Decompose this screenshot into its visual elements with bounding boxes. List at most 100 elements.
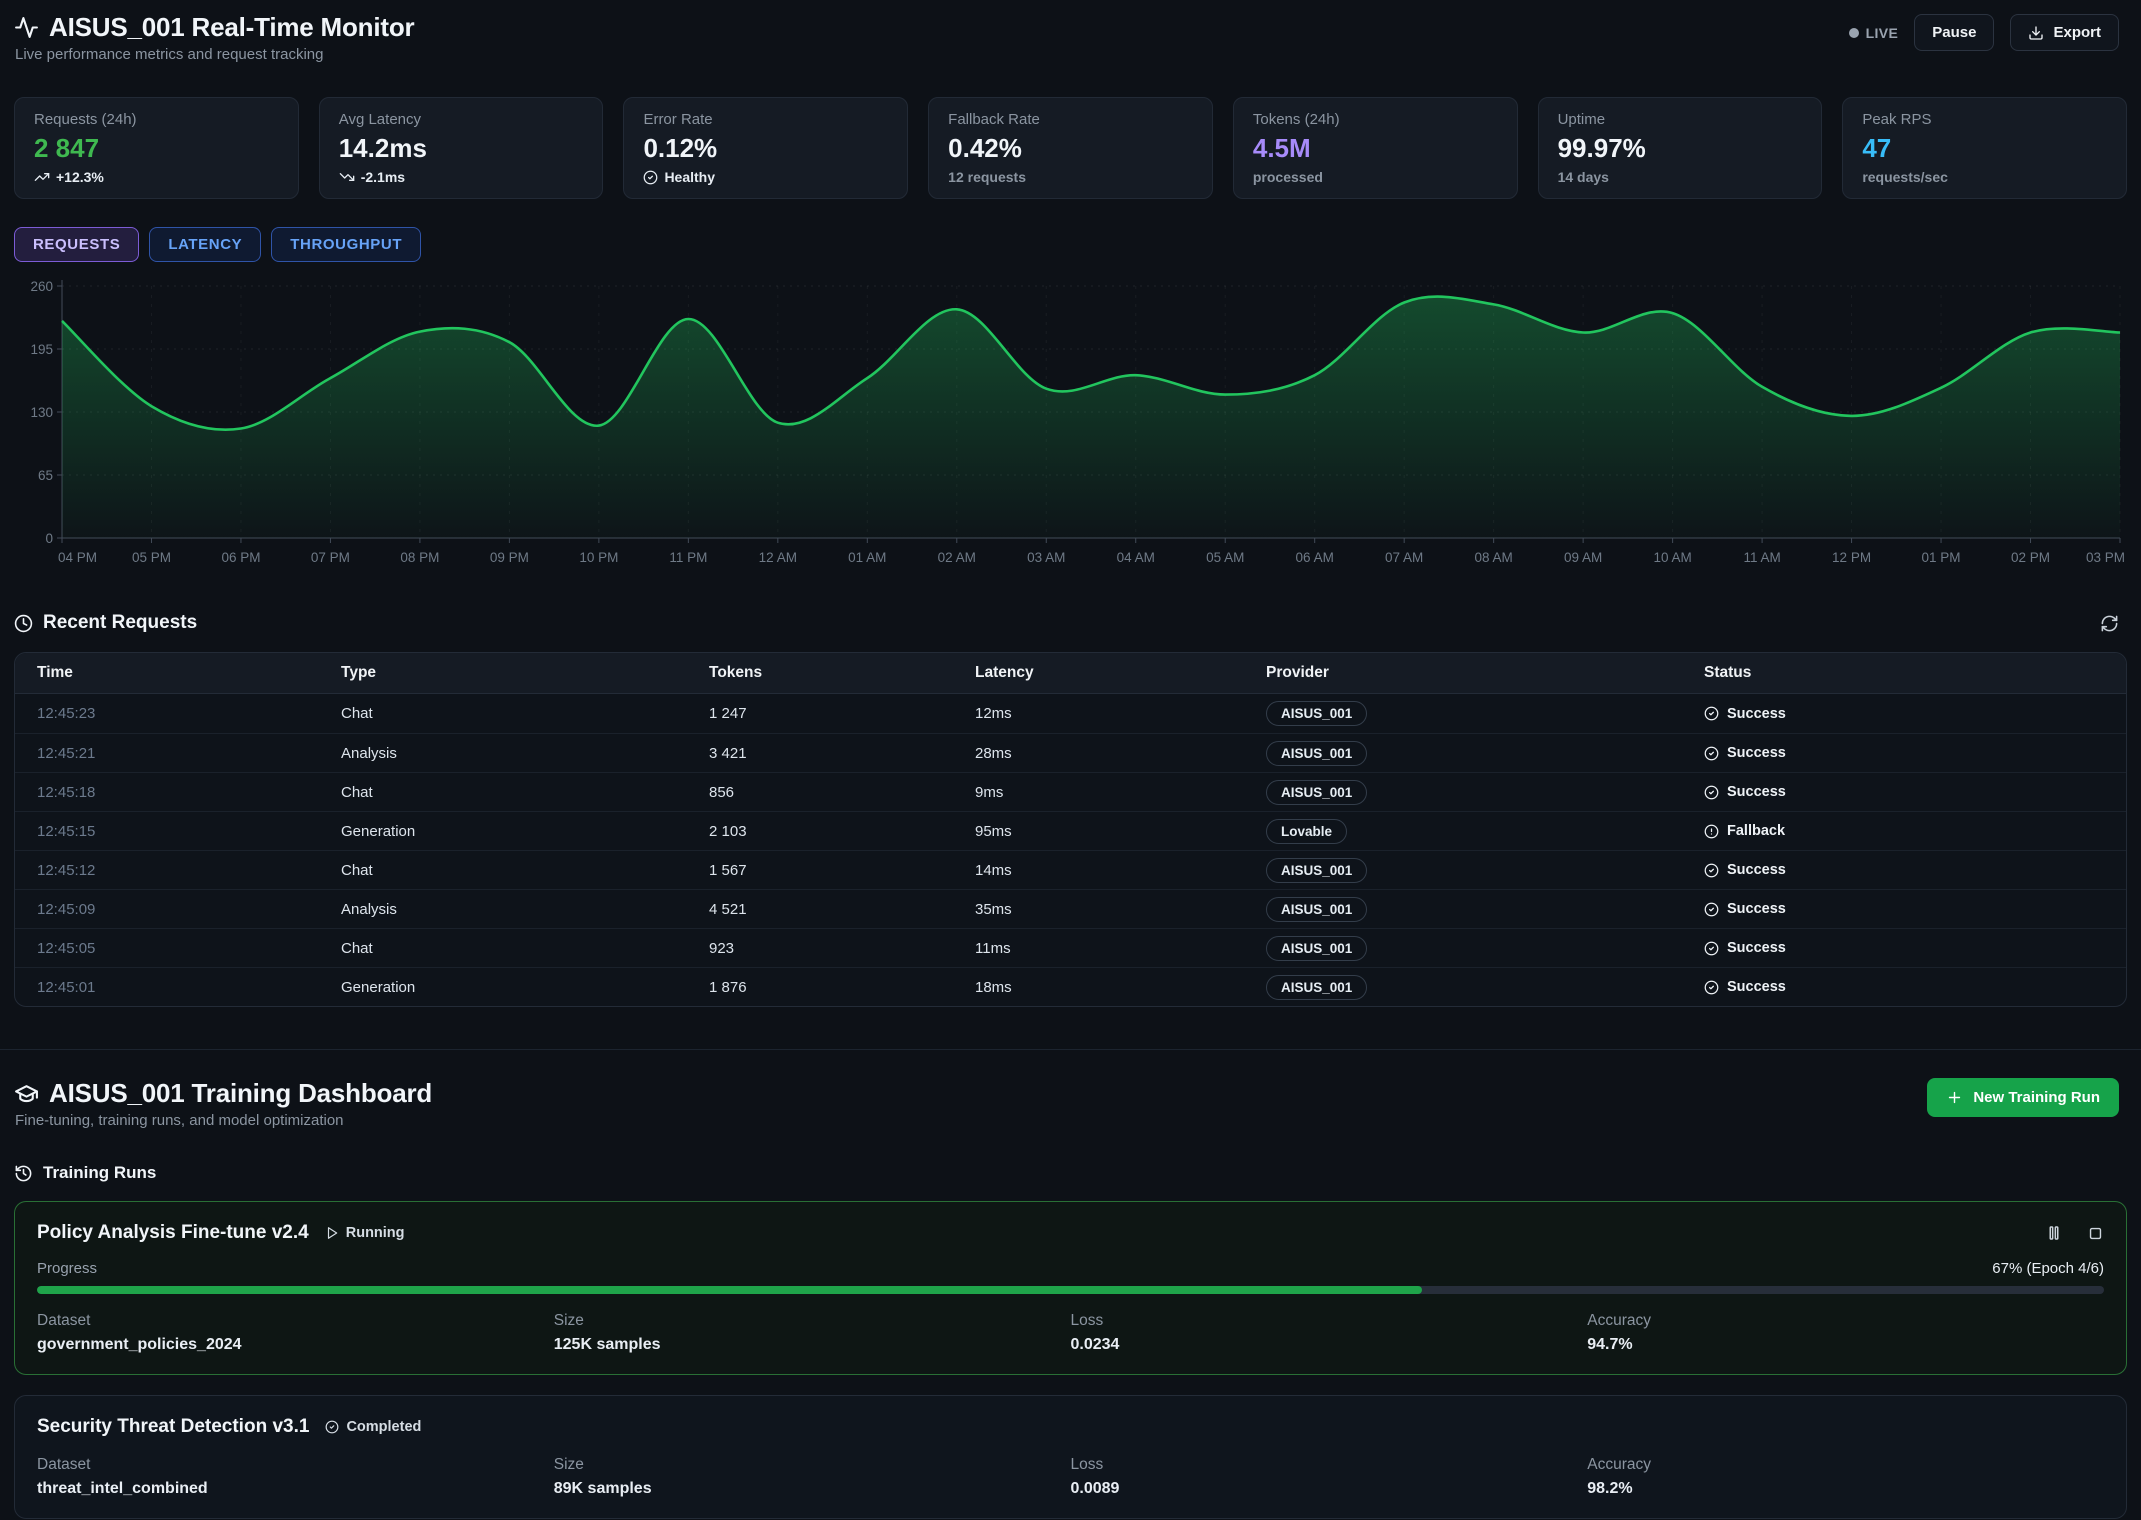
training-runs-heading: Training Runs xyxy=(0,1163,2141,1183)
progress-label: Progress xyxy=(37,1260,97,1277)
x-axis-label: 08 AM xyxy=(1475,550,1513,565)
x-axis-label: 02 AM xyxy=(938,550,976,565)
x-axis-label: 11 AM xyxy=(1743,550,1780,565)
new-training-run-label: New Training Run xyxy=(1973,1089,2100,1106)
training-title-block: AISUS_001 Training Dashboard Fine-tuning… xyxy=(14,1078,432,1129)
table-column-header: Latency xyxy=(975,664,1266,682)
table-column-header: Tokens xyxy=(709,664,975,682)
metric-sub-text: 12 requests xyxy=(948,169,1026,185)
y-axis-label: 130 xyxy=(30,405,53,420)
cell-provider: AISUS_001 xyxy=(1266,701,1704,726)
metric-label: Avg Latency xyxy=(339,111,584,128)
cell-type: Chat xyxy=(341,862,709,879)
metric-sub-text: -2.1ms xyxy=(361,169,405,185)
x-axis-label: 06 AM xyxy=(1296,550,1334,565)
cell-type: Analysis xyxy=(341,745,709,762)
monitor-header: AISUS_001 Real-Time Monitor Live perform… xyxy=(0,0,2141,63)
metric-value: 0.12% xyxy=(643,133,888,164)
x-axis-label: 05 PM xyxy=(132,550,171,565)
metric-label: Fallback Rate xyxy=(948,111,1193,128)
requests-chart: 06513019526004 PM05 PM06 PM07 PM08 PM09 … xyxy=(0,272,2141,572)
export-button-label: Export xyxy=(2053,24,2101,41)
cell-status: Success xyxy=(1704,862,2104,878)
x-axis-label: 07 PM xyxy=(311,550,350,565)
metric-sub: processed xyxy=(1253,169,1498,185)
run-status: Completed xyxy=(325,1419,421,1435)
status-label: Success xyxy=(1727,940,1786,956)
alert-circle-icon xyxy=(1704,824,1719,839)
provider-badge: AISUS_001 xyxy=(1266,858,1367,883)
metric-label: Requests (24h) xyxy=(34,111,279,128)
run-status-label: Running xyxy=(346,1225,405,1241)
check-circle-icon xyxy=(1704,785,1719,800)
cell-provider: AISUS_001 xyxy=(1266,936,1704,961)
x-axis-label: 12 PM xyxy=(1832,550,1871,565)
activity-icon xyxy=(14,15,39,40)
x-axis-label: 12 AM xyxy=(759,550,797,565)
metric-card: Error Rate 0.12% Healthy xyxy=(623,97,908,199)
table-row: 12:45:05 Chat 923 11ms AISUS_001 Success xyxy=(15,928,2126,967)
cell-provider: Lovable xyxy=(1266,819,1704,844)
run-detail: Datasetthreat_intel_combined xyxy=(37,1456,554,1498)
training-runs: Policy Analysis Fine-tune v2.4 Running xyxy=(14,1201,2127,1520)
metric-value: 99.97% xyxy=(1558,133,1803,164)
run-name: Security Threat Detection v3.1 xyxy=(37,1416,309,1438)
cell-type: Generation xyxy=(341,823,709,840)
stop-run-button[interactable] xyxy=(2087,1225,2104,1242)
training-header: AISUS_001 Training Dashboard Fine-tuning… xyxy=(0,1050,2141,1129)
progress-bar-fill xyxy=(37,1286,1422,1294)
dashboard-page: AISUS_001 Real-Time Monitor Live perform… xyxy=(0,0,2141,1520)
pause-button[interactable]: Pause xyxy=(1914,14,1994,51)
cell-status: Success xyxy=(1704,901,2104,917)
cell-provider: AISUS_001 xyxy=(1266,858,1704,883)
cell-status: Success xyxy=(1704,706,2104,722)
export-button[interactable]: Export xyxy=(2010,14,2119,51)
live-label: LIVE xyxy=(1866,25,1899,41)
run-detail-label: Dataset xyxy=(37,1312,554,1330)
metric-label: Uptime xyxy=(1558,111,1803,128)
refresh-button[interactable] xyxy=(2100,614,2119,633)
training-title: AISUS_001 Training Dashboard xyxy=(49,1078,432,1109)
status-label: Success xyxy=(1727,706,1786,722)
status-label: Success xyxy=(1727,901,1786,917)
progress-bar xyxy=(37,1286,2104,1294)
pause-run-button[interactable] xyxy=(2045,1224,2063,1242)
run-detail-value: 125K samples xyxy=(554,1336,1071,1354)
run-status: Running xyxy=(325,1225,405,1241)
status-label: Fallback xyxy=(1727,823,1785,839)
training-run-card: Security Threat Detection v3.1 Completed… xyxy=(14,1395,2127,1519)
x-axis-label: 10 AM xyxy=(1653,550,1691,565)
status-label: Success xyxy=(1727,979,1786,995)
metric-value: 14.2ms xyxy=(339,133,584,164)
requests-table: TimeTypeTokensLatencyProviderStatus 12:4… xyxy=(14,652,2127,1007)
metric-cards: Requests (24h) 2 847 +12.3% Avg Latency … xyxy=(0,97,2141,199)
live-dot-icon xyxy=(1849,28,1859,38)
x-axis-label: 05 AM xyxy=(1206,550,1244,565)
metric-sub: -2.1ms xyxy=(339,169,584,185)
run-detail: Loss0.0089 xyxy=(1071,1456,1588,1498)
chart-tab[interactable]: THROUGHPUT xyxy=(271,227,421,262)
run-detail: Datasetgovernment_policies_2024 xyxy=(37,1312,554,1354)
y-axis-label: 0 xyxy=(45,531,53,546)
x-axis-label: 02 PM xyxy=(2011,550,2050,565)
cell-type: Chat xyxy=(341,705,709,722)
cell-type: Chat xyxy=(341,940,709,957)
metric-sub: 12 requests xyxy=(948,169,1193,185)
chart-tab[interactable]: REQUESTS xyxy=(14,227,139,262)
check-circle-icon xyxy=(1704,746,1719,761)
table-row: 12:45:23 Chat 1 247 12ms AISUS_001 Succe… xyxy=(15,694,2126,733)
cell-status: Success xyxy=(1704,940,2104,956)
table-body: 12:45:23 Chat 1 247 12ms AISUS_001 Succe… xyxy=(15,694,2126,1006)
x-axis-label: 11 PM xyxy=(669,550,707,565)
new-training-run-button[interactable]: New Training Run xyxy=(1927,1078,2119,1117)
progress-text: 67% (Epoch 4/6) xyxy=(1992,1260,2104,1277)
graduation-cap-icon xyxy=(14,1081,39,1106)
metric-card: Uptime 99.97% 14 days xyxy=(1538,97,1823,199)
cell-latency: 12ms xyxy=(975,705,1266,722)
chart-tab[interactable]: LATENCY xyxy=(149,227,261,262)
x-axis-label: 09 PM xyxy=(490,550,529,565)
metric-sub: requests/sec xyxy=(1862,169,2107,185)
check-circle-icon xyxy=(1704,902,1719,917)
table-row: 12:45:15 Generation 2 103 95ms Lovable F… xyxy=(15,811,2126,850)
cell-latency: 18ms xyxy=(975,979,1266,996)
